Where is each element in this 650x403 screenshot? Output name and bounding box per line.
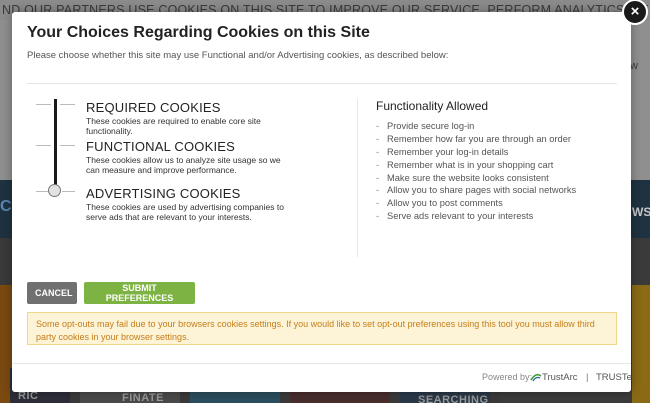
advertising-cookies-title[interactable]: ADVERTISING COOKIES <box>86 186 241 201</box>
slider-handle[interactable] <box>48 184 61 197</box>
powered-by-label: Powered by: <box>482 372 533 382</box>
functionality-list: - Provide secure log-in - Remember how far… <box>376 120 576 223</box>
list-item: - Remember your log-in details <box>376 146 509 157</box>
dash-icon: - <box>376 121 380 131</box>
background-nav-link: WS <box>632 205 650 219</box>
list-item: - Provide secure log-in <box>376 121 475 131</box>
functional-cookies-title[interactable]: FUNCTIONAL COOKIES <box>86 139 235 154</box>
list-item: - Serve ads relevant to your interests <box>376 211 534 222</box>
slider-tick <box>36 191 48 192</box>
brand-separator: | <box>586 372 589 383</box>
list-item: - Allow you to post comments <box>376 198 503 209</box>
slider-tick <box>36 104 51 105</box>
truste-brand[interactable]: TRUSTe <box>596 372 632 383</box>
slider-tick <box>62 191 75 192</box>
dash-icon: - <box>376 146 380 157</box>
dash-icon: - <box>376 172 380 183</box>
dash-icon: - <box>376 133 380 144</box>
cookie-preferences-modal: Your Choices Regarding Cookies on this S… <box>12 12 632 392</box>
modal-subtitle: Please choose whether this site may use … <box>27 50 449 61</box>
modal-title: Your Choices Regarding Cookies on this S… <box>27 24 370 41</box>
background-fragment-text: w <box>630 60 638 72</box>
slider-tick <box>36 145 51 146</box>
background-tile-label: SEARCHING <box>418 394 489 403</box>
dash-icon: - <box>376 211 380 222</box>
background-nav-fragment: C <box>0 198 12 215</box>
trustarc-logo-icon <box>530 373 542 382</box>
required-cookies-description: These cookies are required to enable cor… <box>86 116 261 136</box>
functionality-title: Functionality Allowed <box>376 99 489 113</box>
slider-track[interactable] <box>54 99 57 193</box>
modal-footer: Powered by: TrustArc | TRUSTe <box>12 363 632 392</box>
cookie-warning-notice: Some opt-outs may fail due to your brows… <box>27 312 617 345</box>
list-item: - Make sure the website looks consistent <box>376 172 549 183</box>
trustarc-brand[interactable]: TrustArc <box>542 372 578 383</box>
background-tile-label: FINATE <box>122 392 164 403</box>
functional-cookies-description: These cookies allow us to analyze site u… <box>86 155 281 175</box>
column-separator <box>357 99 358 257</box>
list-item: - Remember how far you are through an ord… <box>376 133 571 144</box>
list-item: - Remember what is in your shopping cart <box>376 159 554 170</box>
dash-icon: - <box>376 159 380 170</box>
slider-tick <box>60 145 75 146</box>
dash-icon: - <box>376 198 380 209</box>
slider-tick <box>60 104 75 105</box>
required-cookies-title[interactable]: REQUIRED COOKIES <box>86 100 221 115</box>
cancel-button[interactable]: CANCEL <box>27 282 77 304</box>
divider <box>27 83 617 84</box>
close-icon[interactable]: × <box>622 0 648 25</box>
submit-preferences-button[interactable]: SUBMIT PREFERENCES <box>84 282 195 304</box>
advertising-cookies-description: These cookies are used by advertising co… <box>86 202 284 222</box>
list-item: - Allow you to share pages with social ne… <box>376 185 577 196</box>
dash-icon: - <box>376 185 380 196</box>
